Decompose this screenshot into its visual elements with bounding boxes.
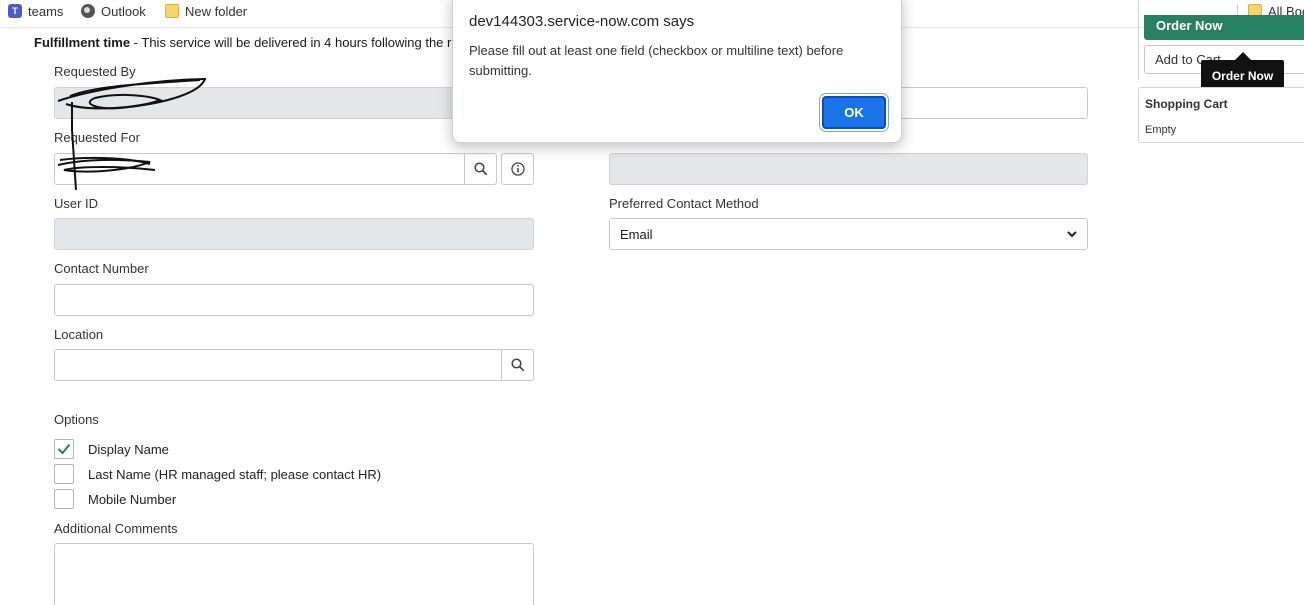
contact-number-field[interactable] [54,284,534,316]
cart-divider [1138,0,1139,80]
bookmark-teams[interactable]: T teams [8,0,63,22]
fulfillment-time-text: Fulfillment time - This service will be … [34,35,486,50]
last-name-option-label: Last Name (HR managed staff; please cont… [88,466,382,482]
mobile-number-checkbox[interactable] [54,489,74,509]
teams-icon: T [8,4,22,18]
preferred-contact-label: Preferred Contact Method [609,196,759,211]
check-icon [57,443,71,455]
requested-by-label: Requested By [54,64,136,79]
alert-dialog: dev144303.service-now.com says Please fi… [452,0,902,143]
user-id-label: User ID [54,196,99,211]
dialog-title: dev144303.service-now.com says [469,13,695,30]
shopping-cart-status: Empty [1145,124,1177,136]
option-last-name[interactable]: Last Name (HR managed staff; please cont… [54,464,381,484]
folder-icon [165,4,179,18]
location-field[interactable] [54,349,502,381]
bookmark-label: Outlook [101,3,146,19]
location-search-button[interactable] [501,349,534,381]
requested-for-label: Requested For [54,130,140,145]
option-display-name[interactable]: Display Name [54,439,169,459]
display-name-option-label: Display Name [88,441,169,457]
display-name-checkbox[interactable] [54,439,74,459]
preferred-contact-select[interactable]: Email [609,218,1088,250]
bookmark-label: New folder [185,3,248,19]
user-id-field[interactable] [54,218,534,250]
globe-icon [81,4,95,18]
option-mobile-number[interactable]: Mobile Number [54,489,176,509]
info-icon [510,162,525,176]
bookmark-label: teams [28,3,64,19]
search-icon [510,358,524,372]
shopping-cart-panel: Shopping Cart Empty [1138,87,1304,143]
fulfillment-description: - This service will be delivered in 4 ho… [130,35,487,50]
chevron-down-icon [1067,231,1077,238]
search-icon [473,162,487,176]
dialog-ok-button[interactable]: OK [822,96,886,129]
readonly-field[interactable] [609,153,1088,185]
additional-comments-label: Additional Comments [54,521,178,536]
requested-for-field[interactable] [54,153,465,185]
requested-for-search-button[interactable] [464,153,497,185]
bookmark-outlook[interactable]: Outlook [81,0,146,22]
additional-comments-textarea[interactable] [54,543,534,605]
shopping-cart-title: Shopping Cart [1145,97,1228,111]
fulfillment-label: Fulfillment time [34,35,131,50]
dialog-message: Please fill out at least one field (chec… [469,43,844,78]
location-label: Location [54,327,104,342]
contact-number-label: Contact Number [54,261,149,276]
requested-for-info-button[interactable] [501,153,534,185]
mobile-number-option-label: Mobile Number [88,491,177,507]
last-name-checkbox[interactable] [54,464,74,484]
options-label: Options [54,412,99,427]
preferred-contact-value: Email [620,226,653,242]
bookmark-new-folder[interactable]: New folder [165,0,247,22]
order-now-button[interactable]: Order Now [1144,15,1304,40]
